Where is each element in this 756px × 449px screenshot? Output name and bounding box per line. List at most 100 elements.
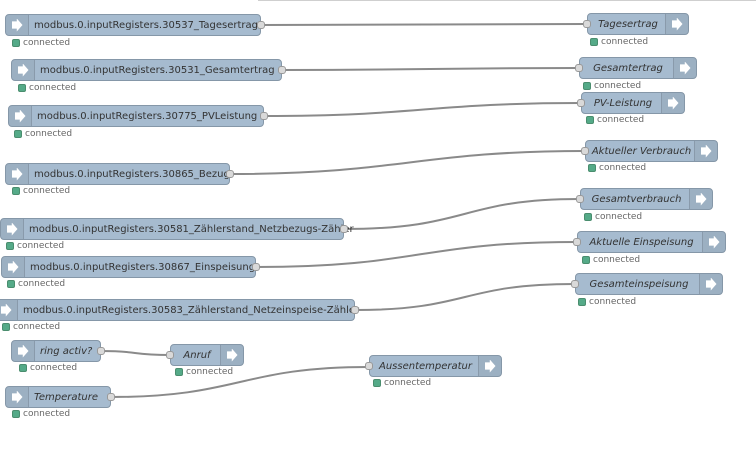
node-label: Gesamteinspeisung — [589, 278, 689, 290]
arrow-right-icon — [12, 60, 35, 80]
output-node-aktueller-verbrauch[interactable]: Aktueller Verbrauch — [581, 140, 718, 162]
output-node-aktuelle-einspeisung[interactable]: Aktuelle Einspeisung — [573, 231, 726, 253]
node-label: Aussentemperatur — [378, 360, 472, 372]
input-port[interactable] — [573, 238, 581, 246]
input-port[interactable] — [365, 362, 373, 370]
output-port[interactable] — [260, 112, 268, 120]
status-dot — [6, 242, 14, 250]
node-status: connected — [12, 38, 70, 48]
output-port[interactable] — [107, 393, 115, 401]
status-dot — [19, 364, 27, 372]
node-label: modbus.0.inputRegisters.30867_Einspeisun… — [30, 261, 256, 273]
node-status: connected — [590, 37, 648, 47]
status-dot — [590, 38, 598, 46]
node-label: modbus.0.inputRegisters.30531_Gesamtertr… — [40, 64, 275, 76]
output-node-gesamteinspeisung[interactable]: Gesamteinspeisung — [571, 273, 723, 295]
node-status: connected — [373, 378, 431, 388]
input-node-ring-activ[interactable]: ring activ? — [11, 340, 105, 362]
input-node-netzbezugs-zaehler[interactable]: modbus.0.inputRegisters.30581_Zählerstan… — [0, 218, 354, 240]
node-status: connected — [7, 279, 65, 289]
input-node-bezug[interactable]: modbus.0.inputRegisters.30865_Bezug — [5, 163, 234, 185]
node-status: connected — [2, 322, 60, 332]
node-status: connected — [578, 297, 636, 307]
input-node-einspeisung[interactable]: modbus.0.inputRegisters.30867_Einspeisun… — [1, 256, 260, 278]
arrow-right-icon — [665, 14, 688, 34]
wire-aktueller-verbrauch[interactable] — [229, 150, 586, 175]
node-status: connected — [583, 81, 641, 91]
wire-tagesertrag[interactable] — [260, 23, 588, 26]
node-status: connected — [582, 255, 640, 265]
arrow-right-icon — [0, 300, 18, 320]
output-node-tagesertrag[interactable]: Tagesertrag — [583, 13, 689, 35]
output-port[interactable] — [252, 263, 260, 271]
node-label: modbus.0.inputRegisters.30537_Tagesertra… — [34, 19, 258, 31]
input-port[interactable] — [575, 64, 583, 72]
wire-anruf[interactable] — [100, 350, 171, 356]
output-port[interactable] — [97, 347, 105, 355]
wire-gesamteinspeisung[interactable] — [354, 283, 576, 311]
input-port[interactable] — [583, 20, 591, 28]
arrow-right-icon — [6, 15, 29, 35]
input-node-tagesertrag[interactable]: modbus.0.inputRegisters.30537_Tagesertra… — [5, 14, 265, 36]
wire-pv-leistung[interactable] — [263, 102, 582, 117]
arrow-right-icon — [689, 189, 712, 209]
input-port[interactable] — [571, 280, 579, 288]
arrow-right-icon — [12, 341, 35, 361]
arrow-right-icon — [702, 232, 725, 252]
arrow-right-icon — [6, 387, 29, 407]
node-label: modbus.0.inputRegisters.30865_Bezug — [34, 168, 230, 180]
node-status: connected — [175, 367, 233, 377]
status-dot — [7, 280, 15, 288]
node-status: connected — [6, 241, 64, 251]
node-status: connected — [584, 212, 642, 222]
node-label: Aktueller Verbrauch — [591, 145, 692, 157]
input-node-pvleistung[interactable]: modbus.0.inputRegisters.30775_PVLeistung — [8, 105, 268, 127]
status-dot — [586, 116, 594, 124]
input-node-gesamtertrag[interactable]: modbus.0.inputRegisters.30531_Gesamtertr… — [11, 59, 286, 81]
node-label: Temperature — [34, 391, 99, 403]
node-label: modbus.0.inputRegisters.30581_Zählerstan… — [29, 223, 354, 235]
node-label: Gesamtverbrauch — [591, 193, 682, 205]
output-port[interactable] — [351, 306, 359, 314]
node-status: connected — [586, 115, 644, 125]
status-dot — [175, 368, 183, 376]
wire-aktuelle-einspeisung[interactable] — [255, 241, 578, 268]
node-label: Aktuelle Einspeisung — [589, 236, 694, 248]
node-status: connected — [18, 83, 76, 93]
wire-gesamtverbrauch[interactable] — [343, 198, 581, 230]
status-dot — [18, 84, 26, 92]
output-port[interactable] — [278, 66, 286, 74]
output-node-anruf[interactable]: Anruf — [166, 344, 244, 366]
arrow-right-icon — [673, 58, 696, 78]
input-node-temperature[interactable]: Temperature — [5, 386, 115, 408]
arrow-right-icon — [220, 345, 243, 365]
input-port[interactable] — [577, 99, 585, 107]
output-port[interactable] — [340, 225, 348, 233]
status-dot — [12, 410, 20, 418]
node-label: Gesamtertrag — [593, 62, 663, 74]
output-node-aussentemperatur[interactable]: Aussentemperatur — [365, 355, 502, 377]
output-port[interactable] — [257, 21, 265, 29]
node-status: connected — [19, 363, 77, 373]
output-node-gesamtverbrauch[interactable]: Gesamtverbrauch — [576, 188, 713, 210]
arrow-right-icon — [9, 106, 32, 126]
node-label: modbus.0.inputRegisters.30583_Zählerstan… — [23, 304, 360, 316]
wire-aussentemperatur[interactable] — [110, 366, 370, 398]
arrow-right-icon — [1, 219, 24, 239]
node-label: modbus.0.inputRegisters.30775_PVLeistung — [37, 110, 258, 122]
node-status: connected — [12, 186, 70, 196]
input-port[interactable] — [166, 351, 174, 359]
input-port[interactable] — [576, 195, 584, 203]
wire-gesamtertrag[interactable] — [281, 67, 580, 71]
output-port[interactable] — [226, 170, 234, 178]
output-node-pv-leistung[interactable]: PV-Leistung — [577, 92, 685, 114]
node-label: PV-Leistung — [593, 97, 653, 109]
status-dot — [582, 256, 590, 264]
status-dot — [14, 130, 22, 138]
status-dot — [583, 82, 591, 90]
input-node-netzeinspeise-zaehler[interactable]: modbus.0.inputRegisters.30583_Zählerstan… — [0, 299, 360, 321]
input-port[interactable] — [581, 147, 589, 155]
node-status: connected — [14, 129, 72, 139]
output-node-gesamtertrag[interactable]: Gesamtertrag — [575, 57, 697, 79]
status-dot — [588, 164, 596, 172]
